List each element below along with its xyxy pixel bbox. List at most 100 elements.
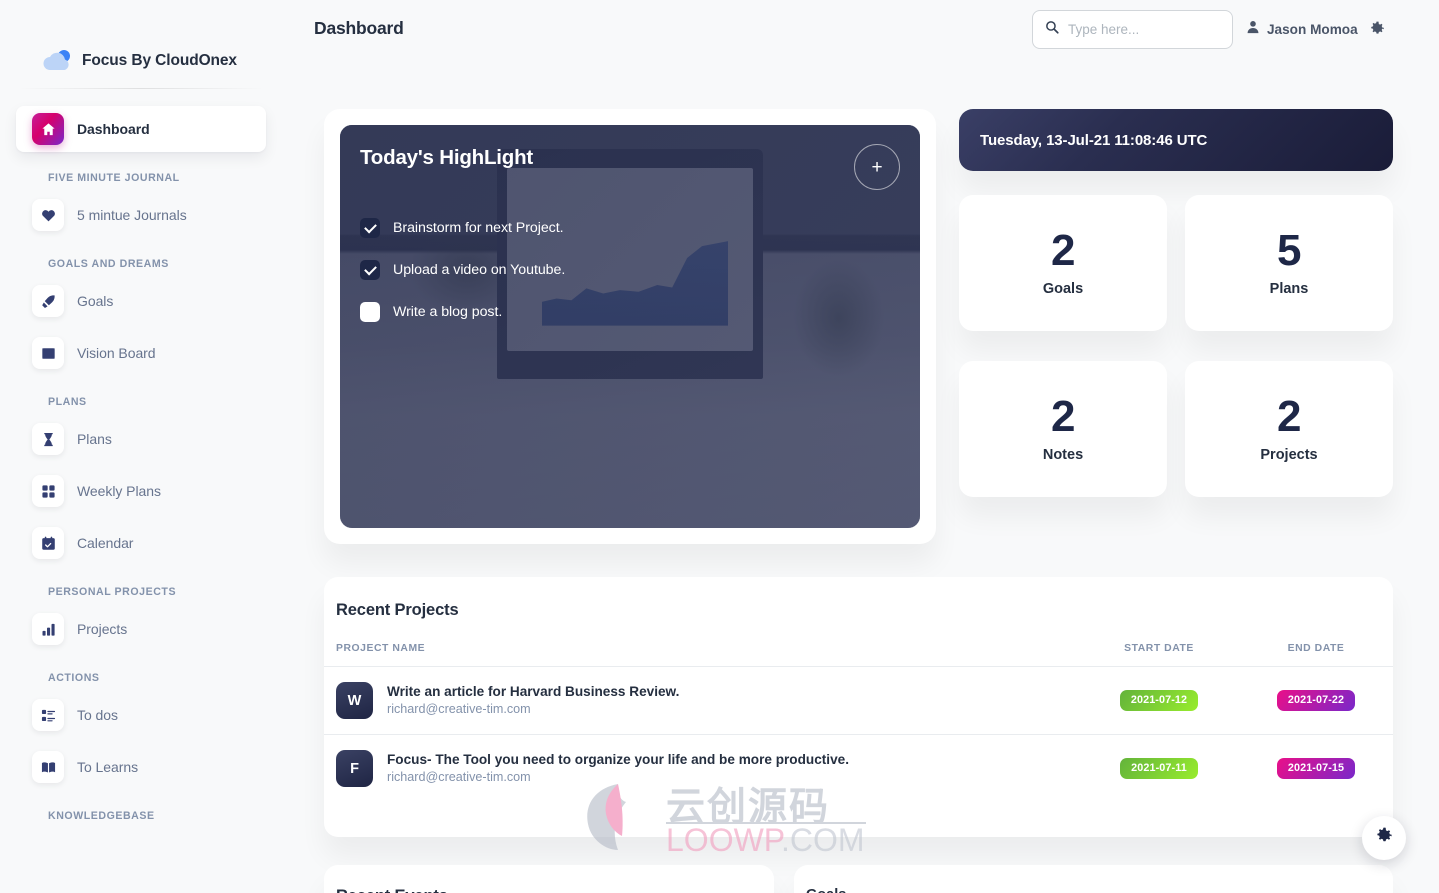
- search-icon: [1045, 20, 1059, 39]
- sidebar-item-label: Weekly Plans: [77, 483, 161, 499]
- image-icon: [32, 337, 64, 369]
- checkbox-checked-icon[interactable]: [360, 218, 380, 238]
- column-header-end-date: END DATE: [1239, 635, 1393, 667]
- start-date-badge: 2021-07-12: [1119, 690, 1199, 711]
- bar-chart-icon: [32, 613, 64, 645]
- sidebar-item-label: To Learns: [77, 759, 139, 775]
- highlight-task-list: Brainstorm for next Project. Upload a vi…: [360, 218, 790, 344]
- search-input[interactable]: [1068, 22, 1220, 37]
- recent-events-card: Recent Events check now: [324, 865, 774, 893]
- stat-value: 2: [1277, 392, 1301, 441]
- settings-fab-button[interactable]: [1362, 816, 1406, 860]
- cloud-icon: [42, 48, 72, 74]
- checkbox-unchecked-icon[interactable]: [360, 302, 380, 322]
- sidebar-item-label: Calendar: [77, 535, 134, 551]
- user-menu[interactable]: Jason Momoa: [1246, 20, 1358, 39]
- task-label: Upload a video on Youtube.: [393, 262, 566, 278]
- stat-value: 2: [1051, 392, 1075, 441]
- end-date-badge: 2021-07-15: [1276, 758, 1356, 779]
- avatar: F: [336, 750, 373, 787]
- sidebar-item-projects[interactable]: Projects: [16, 606, 266, 652]
- page-title: Dashboard: [314, 18, 404, 38]
- project-email: richard@creative-tim.com: [387, 702, 531, 717]
- highlight-task-item[interactable]: Upload a video on Youtube.: [360, 260, 790, 280]
- sidebar-divider: [18, 88, 264, 89]
- project-name: Write an article for Harvard Business Re…: [387, 683, 680, 699]
- recent-events-title: Recent Events: [336, 887, 448, 893]
- stat-label: Goals: [1042, 281, 1084, 297]
- task-label: Brainstorm for next Project.: [393, 220, 564, 236]
- stat-card-projects[interactable]: 2 Projects: [1185, 361, 1393, 497]
- stat-value: 2: [1051, 226, 1075, 275]
- calendar-check-icon: [32, 527, 64, 559]
- goals-card: Goals NAME ESTIMATE DATE TO FINISH COMP: [794, 865, 1393, 893]
- brand-name: Focus By CloudOnex: [82, 51, 237, 69]
- home-icon: [32, 113, 64, 145]
- todays-highlight-card: Today's HighLight + Brainstorm for next …: [324, 109, 936, 544]
- recent-projects-title: Recent Projects: [336, 601, 459, 619]
- gear-icon: [1376, 827, 1393, 849]
- sidebar-section-actions: ACTIONS: [48, 672, 100, 684]
- goals-title: Goals: [806, 887, 846, 893]
- stat-label: Projects: [1260, 447, 1318, 463]
- project-name: Focus- The Tool you need to organize you…: [387, 751, 849, 767]
- sidebar-item-label: Goals: [77, 293, 114, 309]
- recent-projects-table: PROJECT NAME START DATE END DATE W Write…: [324, 635, 1393, 802]
- sidebar-item-plans[interactable]: Plans: [16, 416, 266, 462]
- sidebar-item-to-dos[interactable]: To dos: [16, 692, 266, 738]
- stat-label: Notes: [1042, 447, 1084, 463]
- stat-card-plans[interactable]: 5 Plans: [1185, 195, 1393, 331]
- sidebar-nav: Dashboard FIVE MINUTE JOURNAL 5 mintue J…: [0, 88, 282, 830]
- date-banner: Tuesday, 13-Jul-21 11:08:46 UTC: [959, 109, 1393, 171]
- sidebar-item-vision-board[interactable]: Vision Board: [16, 330, 266, 376]
- sidebar-section-five-minute-journal: FIVE MINUTE JOURNAL: [48, 172, 180, 184]
- project-email: richard@creative-tim.com: [387, 770, 531, 785]
- checklist-icon: [32, 699, 64, 731]
- sidebar-item-calendar[interactable]: Calendar: [16, 520, 266, 566]
- user-name: Jason Momoa: [1267, 22, 1358, 37]
- stat-card-goals[interactable]: 2 Goals: [959, 195, 1167, 331]
- rocket-icon: [32, 285, 64, 317]
- sidebar-item-label: To dos: [77, 707, 118, 723]
- user-icon: [1246, 20, 1260, 39]
- column-header-project-name: PROJECT NAME: [324, 635, 1079, 667]
- end-date-badge: 2021-07-22: [1276, 690, 1356, 711]
- add-highlight-button[interactable]: +: [854, 144, 900, 190]
- book-icon: [32, 751, 64, 783]
- stat-label: Plans: [1269, 281, 1309, 297]
- sidebar-section-plans: PLANS: [48, 396, 87, 408]
- sidebar-item-to-learns[interactable]: To Learns: [16, 744, 266, 790]
- checkbox-checked-icon[interactable]: [360, 260, 380, 280]
- sidebar-item-label: Vision Board: [77, 345, 156, 361]
- sidebar-item-label: 5 mintue Journals: [77, 207, 187, 223]
- sidebar-item-5-mintue-journals[interactable]: 5 mintue Journals: [16, 192, 266, 238]
- table-row[interactable]: W Write an article for Harvard Business …: [324, 666, 1393, 735]
- sidebar-item-dashboard[interactable]: Dashboard: [16, 106, 266, 152]
- gear-icon[interactable]: [1370, 21, 1385, 41]
- sidebar-section-goals-and-dreams: GOALS AND DREAMS: [48, 258, 169, 270]
- main-content: Today's HighLight + Brainstorm for next …: [282, 60, 1439, 893]
- start-date-badge: 2021-07-11: [1120, 758, 1198, 779]
- table-header-row: PROJECT NAME START DATE END DATE: [324, 635, 1393, 667]
- sidebar-item-label: Plans: [77, 431, 112, 447]
- stat-card-notes[interactable]: 2 Notes: [959, 361, 1167, 497]
- sidebar-section-personal-projects: PERSONAL PROJECTS: [48, 586, 177, 598]
- avatar: W: [336, 682, 373, 719]
- sidebar-item-label: Dashboard: [77, 121, 150, 137]
- task-label: Write a blog post.: [393, 304, 503, 320]
- sidebar-item-goals[interactable]: Goals: [16, 278, 266, 324]
- hourglass-icon: [32, 423, 64, 455]
- highlight-inner: Today's HighLight + Brainstorm for next …: [340, 125, 920, 528]
- column-header-start-date: START DATE: [1079, 635, 1239, 667]
- search-box[interactable]: [1032, 10, 1233, 49]
- stat-value: 5: [1277, 226, 1301, 275]
- highlight-task-item[interactable]: Brainstorm for next Project.: [360, 218, 790, 238]
- sidebar-section-knowledgebase: KNOWLEDGEBASE: [48, 810, 155, 822]
- brand[interactable]: Focus By CloudOnex: [0, 0, 282, 88]
- sidebar-item-weekly-plans[interactable]: Weekly Plans: [16, 468, 266, 514]
- highlight-title: Today's HighLight: [360, 146, 534, 169]
- grid-icon: [32, 475, 64, 507]
- table-row[interactable]: F Focus- The Tool you need to organize y…: [324, 735, 1393, 803]
- current-datetime: Tuesday, 13-Jul-21 11:08:46 UTC: [980, 131, 1208, 149]
- highlight-task-item[interactable]: Write a blog post.: [360, 302, 790, 322]
